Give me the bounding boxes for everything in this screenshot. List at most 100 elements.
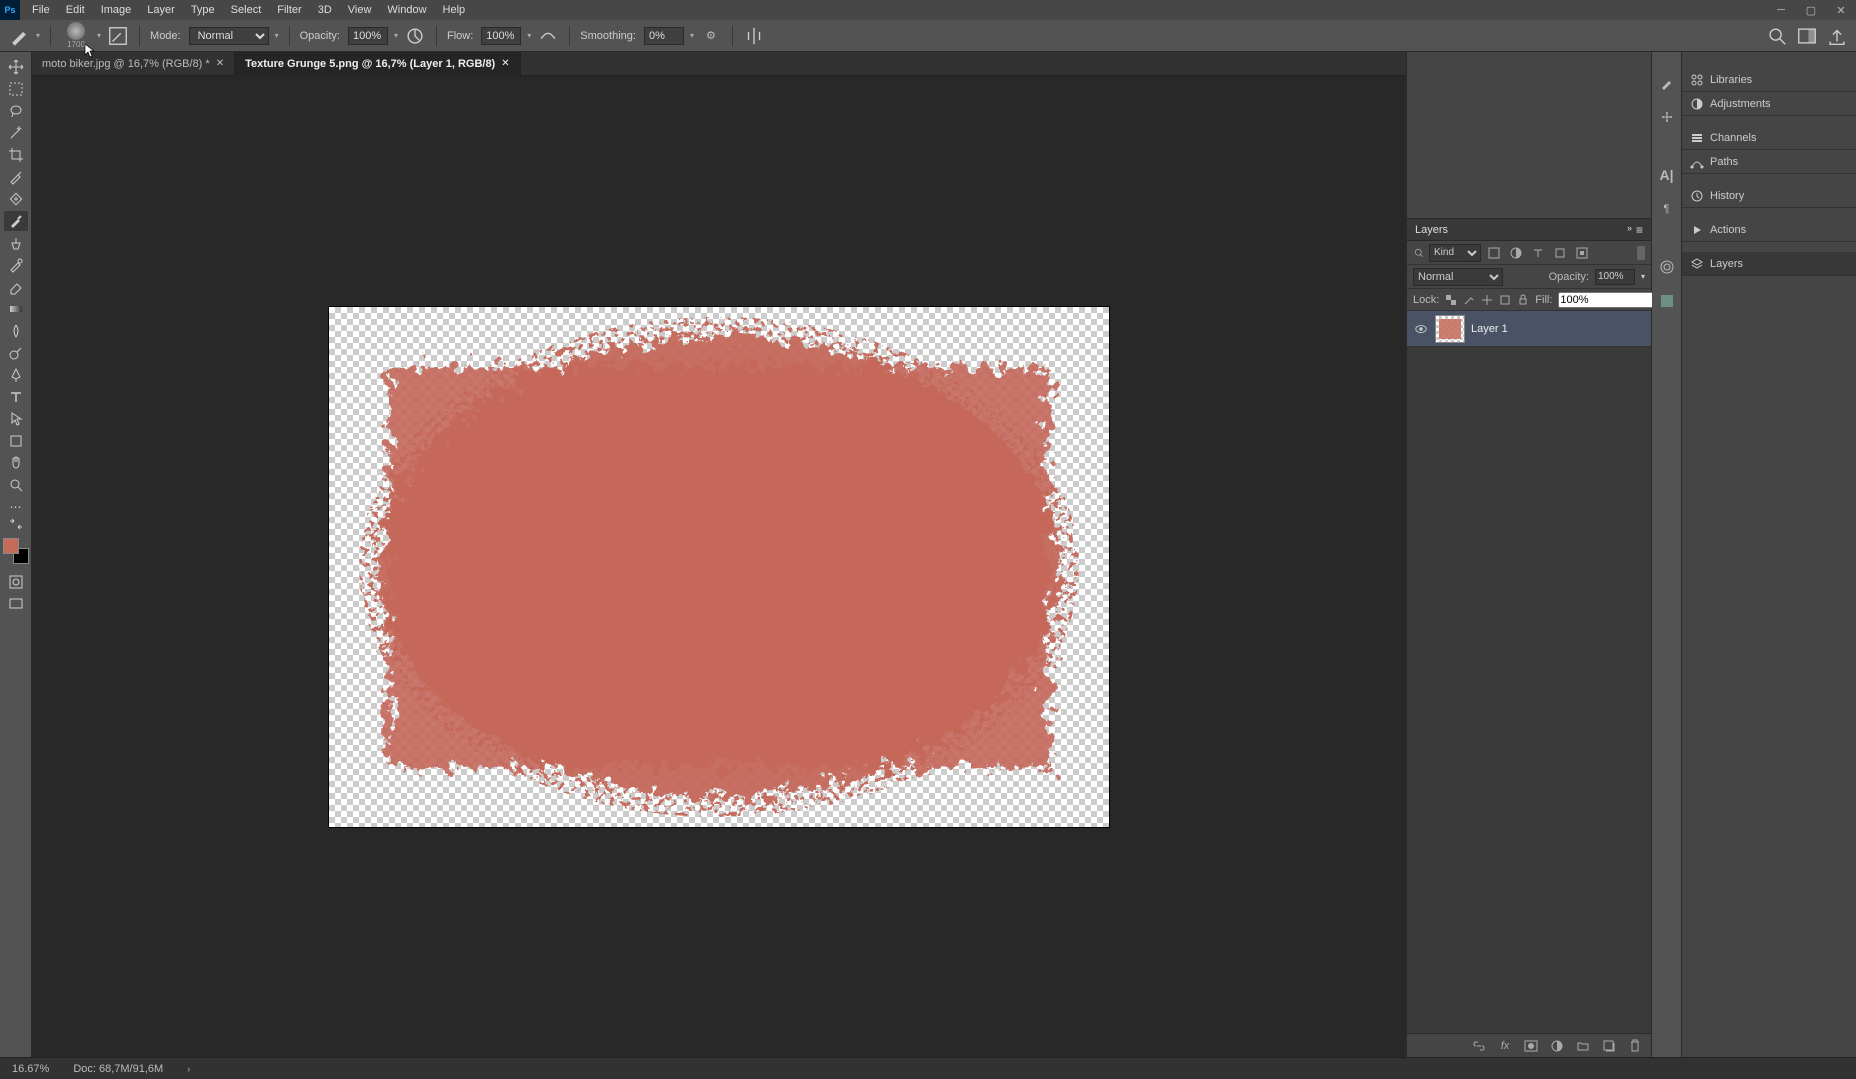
zoom-tool[interactable] bbox=[4, 475, 28, 495]
tool-preset-chevron-icon[interactable]: ▾ bbox=[36, 31, 40, 40]
pressure-opacity-icon[interactable] bbox=[404, 25, 426, 47]
gradient-tool[interactable] bbox=[4, 299, 28, 319]
group-layers-icon[interactable] bbox=[1575, 1038, 1591, 1054]
canvas-viewport[interactable] bbox=[32, 76, 1406, 1057]
clone-source-strip-icon[interactable] bbox=[1656, 106, 1678, 128]
minimize-button[interactable]: ─ bbox=[1766, 0, 1796, 20]
path-selection-tool[interactable] bbox=[4, 409, 28, 429]
crop-tool[interactable] bbox=[4, 145, 28, 165]
foreground-color-swatch[interactable] bbox=[3, 538, 19, 554]
menu-file[interactable]: File bbox=[24, 4, 58, 16]
brush-panel-toggle-icon[interactable] bbox=[107, 25, 129, 47]
history-panel-tab[interactable]: History bbox=[1682, 184, 1856, 208]
menu-select[interactable]: Select bbox=[223, 4, 270, 16]
mode-select[interactable]: Normal bbox=[189, 27, 269, 45]
healing-brush-tool[interactable] bbox=[4, 189, 28, 209]
brush-chevron-icon[interactable]: ▾ bbox=[97, 31, 101, 40]
filter-shape-icon[interactable] bbox=[1551, 244, 1569, 262]
layer-fx-icon[interactable]: fx bbox=[1497, 1038, 1513, 1054]
screen-mode-icon[interactable] bbox=[4, 594, 28, 614]
opacity-chevron-icon[interactable]: ▾ bbox=[1641, 272, 1645, 281]
lock-position-icon[interactable] bbox=[1481, 292, 1493, 308]
dodge-tool[interactable] bbox=[4, 343, 28, 363]
magic-wand-tool[interactable] bbox=[4, 123, 28, 143]
character-strip-icon[interactable]: A| bbox=[1656, 164, 1678, 186]
maximize-button[interactable]: ▢ bbox=[1796, 0, 1826, 20]
opacity-chevron-icon[interactable]: ▾ bbox=[394, 31, 398, 40]
lock-transparency-icon[interactable] bbox=[1445, 292, 1457, 308]
marquee-tool[interactable] bbox=[4, 79, 28, 99]
swap-colors-icon[interactable] bbox=[4, 519, 28, 529]
filter-toggle-switch[interactable] bbox=[1637, 246, 1645, 260]
doc-info-chevron-icon[interactable]: › bbox=[187, 1064, 190, 1074]
brush-settings-strip-icon[interactable] bbox=[1656, 72, 1678, 94]
adjustment-layer-icon[interactable] bbox=[1549, 1038, 1565, 1054]
document-tab-0[interactable]: moto biker.jpg @ 16,7% (RGB/8) * ✕ bbox=[32, 52, 235, 76]
menu-type[interactable]: Type bbox=[183, 4, 223, 16]
tool-preset-icon[interactable] bbox=[8, 25, 30, 47]
lasso-tool[interactable] bbox=[4, 101, 28, 121]
menu-help[interactable]: Help bbox=[435, 4, 474, 16]
menu-layer[interactable]: Layer bbox=[139, 4, 183, 16]
close-button[interactable]: ✕ bbox=[1826, 0, 1856, 20]
color-strip-icon[interactable] bbox=[1656, 290, 1678, 312]
pen-tool[interactable] bbox=[4, 365, 28, 385]
menu-filter[interactable]: Filter bbox=[269, 4, 309, 16]
filter-smartobject-icon[interactable] bbox=[1573, 244, 1591, 262]
type-tool[interactable] bbox=[4, 387, 28, 407]
search-icon[interactable] bbox=[1766, 25, 1788, 47]
close-tab-icon[interactable]: ✕ bbox=[501, 58, 509, 69]
clone-stamp-tool[interactable] bbox=[4, 233, 28, 253]
filter-pixel-icon[interactable] bbox=[1485, 244, 1503, 262]
delete-layer-icon[interactable] bbox=[1627, 1038, 1643, 1054]
hand-tool[interactable] bbox=[4, 453, 28, 473]
blur-tool[interactable] bbox=[4, 321, 28, 341]
document-tab-1[interactable]: Texture Grunge 5.png @ 16,7% (Layer 1, R… bbox=[235, 52, 521, 76]
paths-panel-tab[interactable]: Paths bbox=[1682, 150, 1856, 174]
airbrush-icon[interactable] bbox=[537, 25, 559, 47]
new-layer-icon[interactable] bbox=[1601, 1038, 1617, 1054]
layers-panel-tab[interactable]: Layers bbox=[1682, 252, 1856, 276]
libraries-panel-tab[interactable]: Libraries bbox=[1682, 68, 1856, 92]
link-layers-icon[interactable] bbox=[1471, 1038, 1487, 1054]
paragraph-strip-icon[interactable]: ¶ bbox=[1656, 198, 1678, 220]
shape-tool[interactable] bbox=[4, 431, 28, 451]
move-tool[interactable] bbox=[4, 57, 28, 77]
smoothing-gear-icon[interactable]: ⚙ bbox=[700, 25, 722, 47]
swatches-strip-icon[interactable] bbox=[1656, 256, 1678, 278]
collapse-panel-icon[interactable]: » bbox=[1627, 223, 1632, 237]
close-tab-icon[interactable]: ✕ bbox=[216, 58, 224, 69]
brush-tool[interactable] bbox=[4, 211, 28, 231]
symmetry-icon[interactable] bbox=[743, 25, 765, 47]
menu-window[interactable]: Window bbox=[379, 4, 434, 16]
filter-adjustment-icon[interactable] bbox=[1507, 244, 1525, 262]
layer-mask-icon[interactable] bbox=[1523, 1038, 1539, 1054]
opacity-input[interactable] bbox=[348, 27, 388, 45]
eraser-tool[interactable] bbox=[4, 277, 28, 297]
layers-panel-header[interactable]: Layers » ≡ bbox=[1407, 219, 1651, 241]
adjustments-panel-tab[interactable]: Adjustments bbox=[1682, 92, 1856, 116]
menu-view[interactable]: View bbox=[340, 4, 380, 16]
actions-panel-tab[interactable]: Actions bbox=[1682, 218, 1856, 242]
layer-row[interactable]: Layer 1 bbox=[1407, 311, 1651, 347]
canvas-document[interactable] bbox=[329, 307, 1109, 827]
layer-name-label[interactable]: Layer 1 bbox=[1471, 323, 1508, 335]
layer-visibility-icon[interactable] bbox=[1413, 321, 1429, 337]
menu-3d[interactable]: 3D bbox=[310, 4, 340, 16]
quick-mask-icon[interactable] bbox=[4, 572, 28, 592]
edit-toolbar-icon[interactable]: ⋯ bbox=[4, 497, 28, 517]
menu-image[interactable]: Image bbox=[93, 4, 140, 16]
share-icon[interactable] bbox=[1826, 25, 1848, 47]
blend-mode-select[interactable]: Normal bbox=[1413, 268, 1503, 286]
doc-info-label[interactable]: Doc: 68,7M/91,6M bbox=[73, 1063, 163, 1075]
history-brush-tool[interactable] bbox=[4, 255, 28, 275]
color-swatches[interactable] bbox=[3, 538, 29, 564]
workspace-switcher-icon[interactable] bbox=[1796, 25, 1818, 47]
lock-image-icon[interactable] bbox=[1463, 292, 1475, 308]
filter-type-icon[interactable] bbox=[1529, 244, 1547, 262]
flow-chevron-icon[interactable]: ▾ bbox=[527, 31, 531, 40]
zoom-level-label[interactable]: 16.67% bbox=[12, 1063, 49, 1075]
layer-thumbnail[interactable] bbox=[1435, 315, 1465, 343]
brush-preset-picker[interactable]: 1700 bbox=[61, 22, 91, 50]
menu-edit[interactable]: Edit bbox=[58, 4, 93, 16]
